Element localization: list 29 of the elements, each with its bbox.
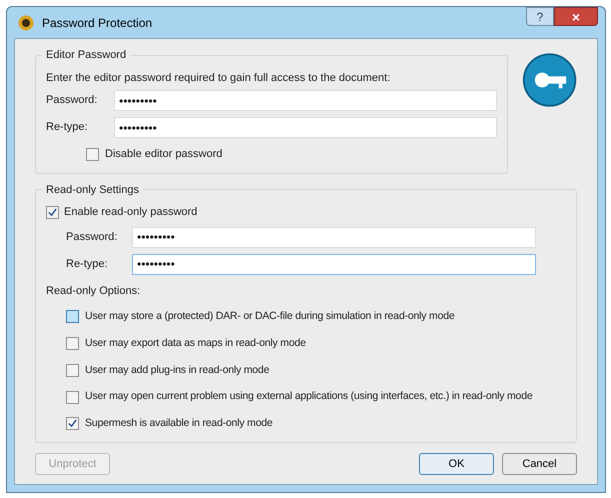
checkbox-label: Supermesh is available in read-only mode bbox=[85, 416, 273, 431]
key-icon bbox=[522, 51, 577, 109]
app-logo-icon bbox=[18, 14, 34, 30]
instruction-text: Enter the editor password required to gain full access to the document: bbox=[46, 70, 392, 86]
checkbox[interactable] bbox=[86, 148, 99, 161]
group-title: Editor Password bbox=[45, 48, 128, 63]
checkbox[interactable] bbox=[46, 206, 59, 219]
checkbox-label: Enable read-only password bbox=[64, 205, 198, 220]
field-label: Password: bbox=[66, 230, 118, 245]
field-label: Re-type: bbox=[66, 256, 109, 272]
checkbox-label: Disable editor password bbox=[105, 147, 222, 162]
password-field[interactable]: ••••••••• bbox=[132, 254, 536, 274]
dialog-button[interactable]: Cancel bbox=[502, 452, 577, 475]
field-label: Re-type: bbox=[46, 120, 89, 136]
group-title: Read-only Settings bbox=[45, 182, 140, 198]
checkbox-label: User may open current problem using external applications (using interfaces, etc.) in read-only mode bbox=[85, 389, 532, 404]
section-label: Read-only Options: bbox=[46, 284, 142, 298]
window-title: Password Protection bbox=[42, 14, 152, 32]
password-field[interactable]: ••••••••• bbox=[114, 90, 497, 111]
checkbox-label: User may store a (protected) DAR- or DAC-file during simulation in read-only mode bbox=[85, 309, 455, 324]
hover-highlight bbox=[87, 148, 98, 160]
close-button[interactable]: × bbox=[554, 7, 598, 26]
dialog-button[interactable]: OK bbox=[419, 452, 494, 475]
help-button[interactable]: ? bbox=[526, 7, 554, 26]
checkbox-label: User may add plug-ins in read-only mode bbox=[85, 362, 270, 378]
checkbox-label: User may export data as maps in read-only mode bbox=[85, 336, 306, 351]
password-field[interactable]: ••••••••• bbox=[132, 226, 536, 248]
field-label: Password: bbox=[46, 93, 98, 108]
password-field[interactable]: ••••••••• bbox=[114, 117, 497, 138]
